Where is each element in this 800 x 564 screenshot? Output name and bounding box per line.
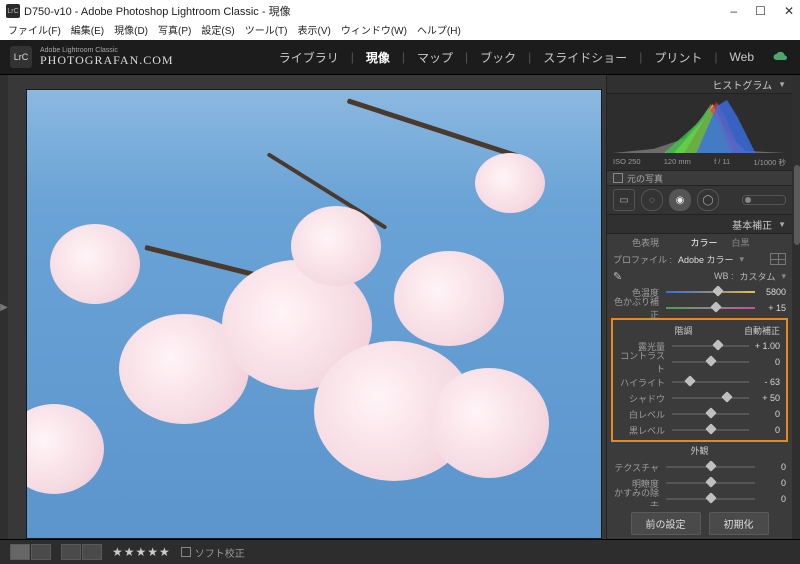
histogram-title: ヒストグラム <box>712 77 772 92</box>
maximize-button[interactable]: ☐ <box>755 4 766 18</box>
menu-develop[interactable]: 現像(D) <box>114 22 148 38</box>
menu-window[interactable]: ウィンドウ(W) <box>341 22 407 38</box>
slider-dehaze[interactable]: かすみの除去0 <box>607 491 792 506</box>
loupe-view-button[interactable] <box>10 544 30 560</box>
wb-label: WB : <box>714 271 734 281</box>
collapse-icon: ▼ <box>778 80 786 89</box>
menu-bar: ファイル(F) 編集(E) 現像(D) 写真(P) 設定(S) ツール(T) 表… <box>0 22 800 40</box>
soft-proof-checkbox[interactable] <box>181 547 191 557</box>
original-photo-toggle[interactable]: 元の写真 <box>607 171 792 186</box>
panel-footer-buttons: 前の設定 初期化 <box>607 506 792 539</box>
treatment-color[interactable]: カラー <box>663 236 732 249</box>
treatment-bw[interactable]: 白黒 <box>732 236 787 249</box>
redeye-tool[interactable]: ◉ <box>669 189 691 211</box>
original-checkbox[interactable] <box>613 173 623 183</box>
spot-tool[interactable]: ◌ <box>641 189 663 211</box>
collapse-icon: ▼ <box>778 220 786 229</box>
treatment-label: 色表現 <box>613 236 663 249</box>
tone-section-highlight: 階調 自動補正 露光量+ 1.00 コントラスト0 ハイライト- 63 シャドウ… <box>611 318 788 442</box>
menu-photo[interactable]: 写真(P) <box>158 22 191 38</box>
reset-button[interactable]: 初期化 <box>709 512 769 535</box>
view-switcher <box>10 544 51 560</box>
module-picker: ライブラリ| 現像| マップ| ブック| スライドショー| プリント| Web <box>271 49 790 66</box>
wb-eyedropper-icon[interactable]: ✎ <box>613 270 622 283</box>
slider-contrast[interactable]: コントラスト0 <box>613 354 786 370</box>
wb-value[interactable]: カスタム <box>739 270 775 283</box>
menu-settings[interactable]: 設定(S) <box>201 22 234 38</box>
basic-header[interactable]: 基本補正 ▼ <box>607 215 792 234</box>
minimize-button[interactable]: – <box>730 4 737 18</box>
module-web[interactable]: Web <box>722 50 762 64</box>
original-label: 元の写真 <box>627 172 663 185</box>
compare-x-button[interactable] <box>82 544 102 560</box>
histogram-panel[interactable]: ISO 250 120 mm f / 11 1/1000 秒 <box>607 94 792 171</box>
tone-header: 階調 <box>619 324 707 337</box>
profile-label: プロファイル : <box>613 253 672 266</box>
module-develop[interactable]: 現像 <box>358 49 398 66</box>
histo-shutter: 1/1000 秒 <box>753 157 786 168</box>
menu-help[interactable]: ヘルプ(H) <box>417 22 461 38</box>
compare-y-button[interactable] <box>61 544 81 560</box>
basic-title: 基本補正 <box>732 217 772 232</box>
tool-strip: ▭ ◌ ◉ ◯ <box>607 186 792 215</box>
cloud-sync-icon[interactable] <box>772 51 790 63</box>
tool-dial[interactable] <box>742 195 786 205</box>
soft-proof-toggle[interactable]: ソフト校正 <box>181 545 245 560</box>
slider-shadows[interactable]: シャドウ+ 50 <box>613 390 786 406</box>
app-frame: LrC Adobe Lightroom Classic PHOTOGRAFAN.… <box>0 40 800 564</box>
crop-tool[interactable]: ▭ <box>613 189 635 211</box>
right-scrollbar[interactable] <box>792 75 800 539</box>
left-panel-toggle[interactable]: ▶ <box>0 75 8 539</box>
module-map[interactable]: マップ <box>409 49 461 66</box>
profile-browser-icon[interactable] <box>770 253 786 265</box>
histo-focal: 120 mm <box>664 157 691 168</box>
slider-whites[interactable]: 白レベル0 <box>613 406 786 422</box>
app-icon: LrC <box>6 4 20 18</box>
module-print[interactable]: プリント <box>646 49 710 66</box>
toolbar-footer: ★★★★★ ソフト校正 <box>0 539 800 564</box>
presence-header: 外観 <box>607 444 792 459</box>
menu-edit[interactable]: 編集(E) <box>71 22 104 38</box>
brand-logo-icon: LrC <box>10 46 32 68</box>
close-button[interactable]: ✕ <box>784 4 794 18</box>
profile-value[interactable]: Adobe カラー <box>678 253 734 266</box>
slider-tint[interactable]: 色かぶり補正+ 15 <box>607 300 792 316</box>
histogram-chart <box>613 98 786 153</box>
menu-file[interactable]: ファイル(F) <box>8 22 61 38</box>
previous-settings-button[interactable]: 前の設定 <box>631 512 701 535</box>
brand-line2: PHOTOGRAFAN.COM <box>40 54 174 67</box>
slider-blacks[interactable]: 黒レベル0 <box>613 422 786 438</box>
histogram-header[interactable]: ヒストグラム ▼ <box>607 75 792 94</box>
basic-panel: 色表現 カラー 白黒 プロファイル : Adobe カラー ▾ ✎ WB : <box>607 234 792 506</box>
rating-stars[interactable]: ★★★★★ <box>112 545 171 559</box>
auto-tone-button[interactable]: 自動補正 <box>707 324 781 337</box>
histo-aperture: f / 11 <box>714 157 730 168</box>
slider-texture[interactable]: テクスチャ0 <box>607 459 792 475</box>
preview-image[interactable] <box>26 89 602 539</box>
compare-switcher <box>61 544 102 560</box>
menu-tools[interactable]: ツール(T) <box>245 22 288 38</box>
brand-text: Adobe Lightroom Classic PHOTOGRAFAN.COM <box>40 47 174 67</box>
module-library[interactable]: ライブラリ <box>271 49 347 66</box>
slider-highlights[interactable]: ハイライト- 63 <box>613 374 786 390</box>
canvas-area <box>8 75 606 539</box>
module-book[interactable]: ブック <box>472 49 524 66</box>
menu-view[interactable]: 表示(V) <box>297 22 330 38</box>
window-title: D750-v10 - Adobe Photoshop Lightroom Cla… <box>24 3 730 19</box>
module-slideshow[interactable]: スライドショー <box>535 49 635 66</box>
histo-iso: ISO 250 <box>613 157 641 168</box>
soft-proof-label: ソフト校正 <box>195 545 245 560</box>
mask-tool[interactable]: ◯ <box>697 189 719 211</box>
right-panels: ヒストグラム▼ ISO 250 120 mm f / 11 1/1000 <box>606 75 800 539</box>
before-after-button[interactable] <box>31 544 51 560</box>
brand-bar: LrC Adobe Lightroom Classic PHOTOGRAFAN.… <box>0 40 800 75</box>
window-titlebar: LrC D750-v10 - Adobe Photoshop Lightroom… <box>0 0 800 22</box>
